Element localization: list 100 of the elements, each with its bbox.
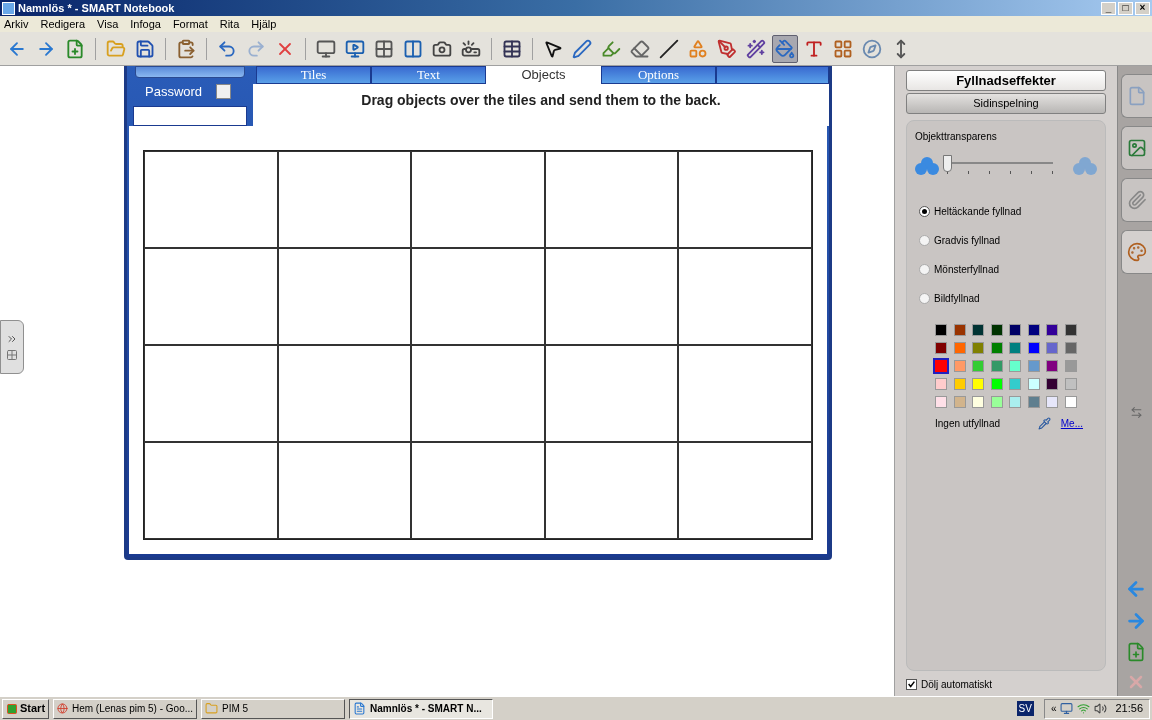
side-tab[interactable] <box>1121 230 1152 274</box>
color-swatch[interactable] <box>990 342 1003 354</box>
slider-thumb[interactable] <box>943 155 952 172</box>
menu-item[interactable]: Hjälp <box>249 15 279 33</box>
color-swatch[interactable] <box>953 360 966 372</box>
fill-icon <box>775 38 795 59</box>
window-control[interactable]: × <box>1135 1 1150 15</box>
color-swatch[interactable] <box>1027 378 1040 390</box>
side-tab[interactable] <box>1121 178 1152 222</box>
more-colors-link[interactable]: Me... <box>1060 416 1083 431</box>
window-control[interactable]: _ <box>1101 1 1116 15</box>
color-swatch[interactable] <box>953 342 966 354</box>
auto-hide-label[interactable]: Dölj automatiskt <box>921 677 993 692</box>
menu-item[interactable]: Arkiv <box>2 15 31 33</box>
widget-tab[interactable]: Text <box>371 66 486 84</box>
compass-icon <box>862 38 882 59</box>
color-swatch[interactable] <box>935 396 947 408</box>
color-swatch[interactable] <box>953 378 966 390</box>
fill-option-label[interactable]: Gradvis fyllnad <box>934 233 1001 248</box>
opaque-icon <box>915 156 939 176</box>
side-tab[interactable] <box>1121 74 1152 118</box>
speaker-icon[interactable] <box>1094 702 1108 715</box>
color-swatch[interactable] <box>935 324 947 336</box>
color-swatch[interactable] <box>953 324 966 336</box>
radio-button[interactable] <box>919 206 930 217</box>
fill-option-label[interactable]: Bildfyllnad <box>934 291 980 306</box>
tray-monitor-icon[interactable] <box>1060 702 1074 715</box>
side-tab[interactable] <box>1121 126 1152 170</box>
color-swatch[interactable] <box>1064 378 1077 390</box>
color-swatch[interactable] <box>1009 342 1021 354</box>
color-swatch[interactable] <box>1009 360 1021 372</box>
resize-icon[interactable] <box>1129 406 1143 419</box>
color-swatch[interactable] <box>1046 342 1058 354</box>
menu-item[interactable]: Redigera <box>38 15 88 33</box>
instruction-text: Drag objects over the tiles and send them to the back. <box>361 91 721 110</box>
color-swatch[interactable] <box>935 360 947 372</box>
tray-expand-button[interactable]: « <box>1050 701 1057 716</box>
color-swatch[interactable] <box>1064 360 1077 372</box>
color-swatch[interactable] <box>1046 378 1058 390</box>
color-swatch[interactable] <box>1009 378 1021 390</box>
menu-item[interactable]: Rita <box>217 15 242 33</box>
widget-tab[interactable]: Options <box>601 66 716 84</box>
notebook-icon <box>353 702 367 715</box>
widget-tab[interactable]: Tiles <box>256 66 371 84</box>
color-swatch[interactable] <box>990 324 1003 336</box>
taskbar-button[interactable]: Namnlös * - SMART N... <box>349 698 494 719</box>
color-swatch[interactable] <box>935 378 947 390</box>
panel-tab-button[interactable]: Sidinspelning <box>906 93 1106 114</box>
color-swatch[interactable] <box>1064 342 1077 354</box>
menu-item[interactable]: Visa <box>95 15 121 33</box>
password-field[interactable] <box>133 105 247 126</box>
menu-item[interactable]: Infoga <box>128 15 163 33</box>
menu-item[interactable]: Format <box>170 15 210 33</box>
widget-tab[interactable]: Objects <box>486 66 601 84</box>
eyedropper-icon[interactable] <box>1037 417 1051 430</box>
eraser-icon <box>630 38 650 59</box>
magic-pen-icon <box>746 38 766 59</box>
radio-button[interactable] <box>919 235 930 246</box>
color-swatch[interactable] <box>1009 396 1021 408</box>
color-swatch[interactable] <box>972 378 984 390</box>
color-swatch[interactable] <box>1046 324 1058 336</box>
taskbar-button[interactable]: Hem (Lenas pim 5) - Goo... <box>53 698 198 719</box>
color-swatch[interactable] <box>953 396 966 408</box>
screen-shade-icon <box>316 38 336 59</box>
color-swatch[interactable] <box>990 396 1003 408</box>
color-swatch[interactable] <box>990 378 1003 390</box>
color-swatch[interactable] <box>1027 396 1040 408</box>
color-swatch[interactable] <box>972 360 984 372</box>
pen-icon <box>572 38 592 59</box>
color-swatch[interactable] <box>935 342 947 354</box>
password-checkbox[interactable] <box>216 84 232 100</box>
language-indicator[interactable]: SV <box>1016 701 1034 716</box>
clock: 21:56 <box>1115 701 1143 717</box>
paperclip-icon <box>1127 190 1147 210</box>
color-swatch[interactable] <box>1027 342 1040 354</box>
window-control[interactable]: □ <box>1118 1 1133 15</box>
text-icon <box>804 38 824 59</box>
side-handle[interactable] <box>0 320 24 374</box>
color-swatch[interactable] <box>1064 396 1077 408</box>
fill-option-label[interactable]: Mönsterfyllnad <box>934 262 1000 277</box>
auto-hide-checkbox[interactable] <box>906 679 917 690</box>
color-swatch[interactable] <box>972 342 984 354</box>
color-swatch[interactable] <box>1027 324 1040 336</box>
taskbar-button[interactable]: PIM 5 <box>201 698 346 719</box>
top-button[interactable] <box>135 66 245 78</box>
color-swatch[interactable] <box>1046 360 1058 372</box>
start-button[interactable]: Start <box>2 698 50 719</box>
fill-option-label[interactable]: Heltäckande fyllnad <box>934 204 1022 219</box>
color-swatch[interactable] <box>972 396 984 408</box>
panel-tab-button[interactable]: Fyllnadseffekter <box>906 70 1106 91</box>
color-swatch[interactable] <box>972 324 984 336</box>
line-icon <box>659 38 679 59</box>
no-fill-label[interactable]: Ingen utfyllnad <box>935 416 1038 431</box>
color-swatch[interactable] <box>1064 324 1077 336</box>
color-swatch[interactable] <box>1027 360 1040 372</box>
radio-button[interactable] <box>919 264 930 275</box>
radio-button[interactable] <box>919 293 930 304</box>
color-swatch[interactable] <box>1046 396 1058 408</box>
color-swatch[interactable] <box>1009 324 1021 336</box>
color-swatch[interactable] <box>990 360 1003 372</box>
